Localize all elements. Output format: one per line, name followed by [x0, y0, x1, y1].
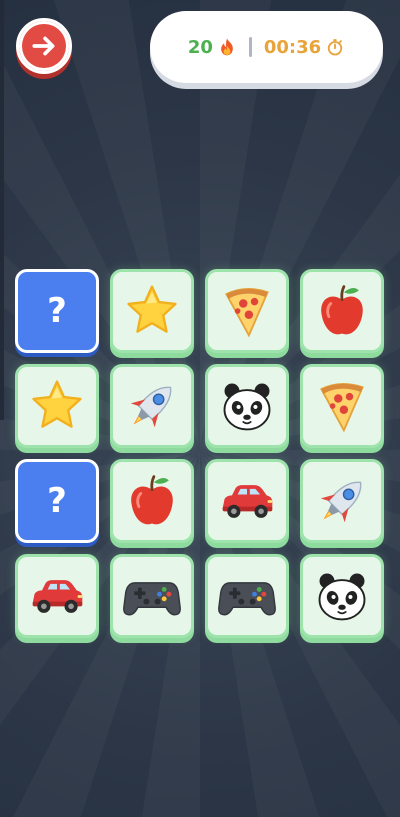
- score-value: 20: [187, 36, 213, 58]
- stopwatch-icon: [328, 39, 343, 56]
- panda-icon: [208, 367, 286, 445]
- card-grid: ??: [15, 269, 385, 638]
- fire-icon: [221, 38, 233, 56]
- apple-icon: [113, 462, 191, 540]
- status-panel: 20 00:36: [150, 11, 383, 83]
- card-star[interactable]: [110, 269, 194, 353]
- pizza-icon: [208, 272, 286, 350]
- score-display: 20: [188, 37, 237, 58]
- card-hidden[interactable]: ?: [15, 269, 99, 353]
- arrow-right-icon: [32, 36, 55, 56]
- timer-value: 00:36: [263, 36, 322, 58]
- card-panda[interactable]: [205, 364, 289, 448]
- stat-divider: [248, 37, 252, 57]
- card-car[interactable]: [15, 554, 99, 638]
- star-icon: [113, 272, 191, 350]
- exit-button[interactable]: [16, 18, 72, 74]
- card-pizza[interactable]: [205, 269, 289, 353]
- car-icon: [18, 557, 96, 635]
- card-pizza[interactable]: [300, 364, 384, 448]
- card-apple[interactable]: [300, 269, 384, 353]
- timer-display: 00:36: [264, 37, 345, 58]
- car-icon: [208, 462, 286, 540]
- question-mark: ?: [47, 291, 67, 331]
- card-star[interactable]: [15, 364, 99, 448]
- card-car[interactable]: [205, 459, 289, 543]
- card-panda[interactable]: [300, 554, 384, 638]
- question-mark: ?: [47, 481, 67, 521]
- edge-strip: [0, 0, 4, 420]
- gamepad-icon: [113, 557, 191, 635]
- pizza-icon: [303, 367, 381, 445]
- card-rocket[interactable]: [110, 364, 194, 448]
- card-rocket[interactable]: [300, 459, 384, 543]
- panda-icon: [303, 557, 381, 635]
- card-gamepad[interactable]: [110, 554, 194, 638]
- apple-icon: [303, 272, 381, 350]
- star-icon: [18, 367, 96, 445]
- rocket-icon: [113, 367, 191, 445]
- card-apple[interactable]: [110, 459, 194, 543]
- card-gamepad[interactable]: [205, 554, 289, 638]
- card-hidden[interactable]: ?: [15, 459, 99, 543]
- rocket-icon: [303, 462, 381, 540]
- gamepad-icon: [208, 557, 286, 635]
